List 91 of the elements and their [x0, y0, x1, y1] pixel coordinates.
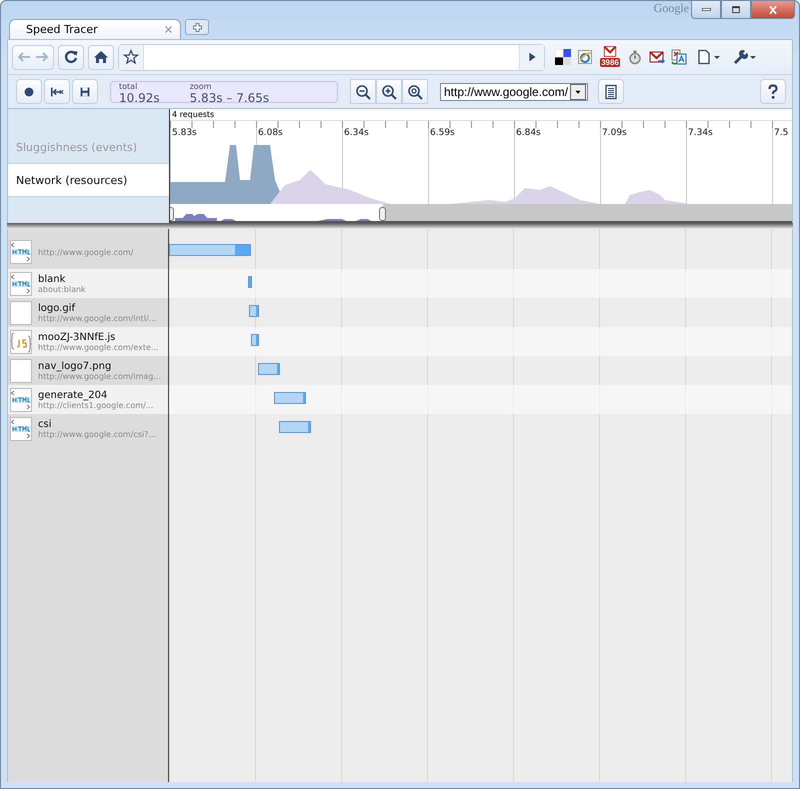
waterfall-bar: [258, 363, 280, 375]
resource-name: blank: [38, 274, 66, 284]
mail-notifier[interactable]: 3986: [599, 45, 621, 69]
request-count: 4 requests: [171, 109, 216, 120]
browser-brand: Google: [654, 1, 689, 16]
caret-icon: [714, 56, 720, 58]
clear-button[interactable]: [44, 79, 70, 104]
resource-url: http://www.google.com/exte...: [38, 342, 159, 352]
tick-label: 6.34s: [343, 128, 370, 138]
record-button[interactable]: [16, 79, 42, 104]
resource-name: logo.gif: [38, 302, 76, 314]
help-button[interactable]: [760, 79, 786, 104]
javascript-file-icon: [10, 330, 32, 354]
resource-url: http://www.google.com/: [38, 248, 134, 256]
waterfall-bar: [251, 334, 259, 346]
resource-row[interactable]: generate_204 http://clients1.google.com/...: [8, 385, 168, 414]
mail-icon: [601, 45, 619, 58]
total-value: 10.92s: [119, 92, 160, 104]
home-button[interactable]: [88, 44, 114, 70]
save-button[interactable]: [72, 79, 98, 104]
tick-label: 7.5: [773, 128, 790, 138]
stopwatch-icon: [627, 49, 643, 65]
tick-label: 5.83s: [171, 128, 198, 138]
resource-row[interactable]: blank about:blank: [8, 269, 168, 298]
record-icon: [22, 84, 36, 98]
resource-row[interactable]: mooZJ-3NNfE.js http://www.google.com/exte...: [8, 327, 168, 356]
waterfall-bar: [274, 392, 306, 404]
tick-label: 7.09s: [601, 128, 628, 138]
resource-url: http://www.google.com/imag...: [38, 372, 161, 380]
resource-row[interactable]: logo.gif http://www.google.com/intl/...: [8, 298, 168, 327]
html-file-icon: [10, 272, 32, 296]
tick-label: 6.08s: [257, 128, 284, 138]
maximize-icon: [730, 4, 742, 16]
minimize-button[interactable]: [691, 0, 721, 19]
blank-file-icon: [10, 358, 32, 382]
zoom-label: zoom: [190, 82, 212, 92]
resource-row[interactable]: nav_logo7.png http://www.google.com/imag...: [8, 356, 168, 385]
resource-name: mooZJ-3NNfE.js: [38, 332, 116, 342]
resource-url: http://www.google.com/csi?...: [38, 430, 156, 438]
browser-tab[interactable]: Speed Tracer: [9, 19, 181, 39]
translate-icon: [671, 49, 687, 65]
close-icon: [767, 4, 779, 16]
blank-file-icon: [10, 300, 32, 324]
report-button[interactable]: [598, 79, 624, 104]
zoom-handle[interactable]: [379, 207, 386, 221]
new-tab-button[interactable]: [185, 19, 209, 35]
resource-url: http://www.google.com/intl/...: [38, 314, 156, 322]
zoom-window[interactable]: [170, 204, 383, 221]
clear-icon: [49, 84, 65, 98]
waterfall-bar: [249, 305, 259, 317]
total-label: total: [119, 82, 138, 92]
browser-page-icon: [577, 49, 593, 65]
html-file-icon: [10, 240, 32, 264]
squares-icon: [555, 49, 571, 65]
resource-url: http://clients1.google.com/...: [38, 400, 154, 410]
reload-button[interactable]: [58, 44, 84, 70]
page-icon: [696, 49, 712, 65]
maximize-button[interactable]: [721, 0, 751, 19]
caret-icon: [750, 56, 756, 58]
home-icon: [93, 49, 109, 65]
close-icon[interactable]: [165, 26, 172, 33]
unread-count: 3986: [600, 58, 620, 67]
resource-url: about:blank: [38, 284, 86, 294]
page-select[interactable]: http://www.google.com/: [440, 82, 588, 100]
zoom-out-icon: [355, 84, 371, 100]
resource-name: csi: [38, 418, 52, 430]
zoom-out-button[interactable]: [350, 79, 376, 104]
resource-name: nav_logo7.png: [38, 360, 112, 372]
report-icon: [603, 84, 619, 100]
star-icon: [123, 49, 139, 65]
view-tab[interactable]: Network (resources): [8, 163, 170, 197]
zoom-fit-icon: [407, 84, 423, 100]
close-button[interactable]: [751, 0, 795, 19]
wrench-icon: [732, 49, 748, 65]
html-file-icon: [10, 388, 32, 412]
zoom-in-icon: [381, 84, 397, 100]
zoom-all-button[interactable]: [402, 79, 428, 104]
zoom-range: 5.83s – 7.65s: [190, 92, 270, 104]
waterfall-bar: [248, 276, 252, 288]
minimize-icon: [702, 8, 710, 11]
plus-icon: [192, 22, 202, 32]
save-icon: [78, 84, 92, 98]
reload-icon: [63, 49, 79, 65]
tick-label: 7.34s: [687, 128, 714, 138]
zoom-in-button[interactable]: [376, 79, 402, 104]
resource-row[interactable]: csi http://www.google.com/csi?...: [8, 414, 168, 443]
resource-name: generate_204: [38, 390, 108, 400]
tick-label: 6.84s: [515, 128, 542, 138]
tick-label: 6.59s: [429, 128, 456, 138]
html-file-icon: [10, 416, 32, 440]
waterfall-bar: [279, 421, 311, 433]
